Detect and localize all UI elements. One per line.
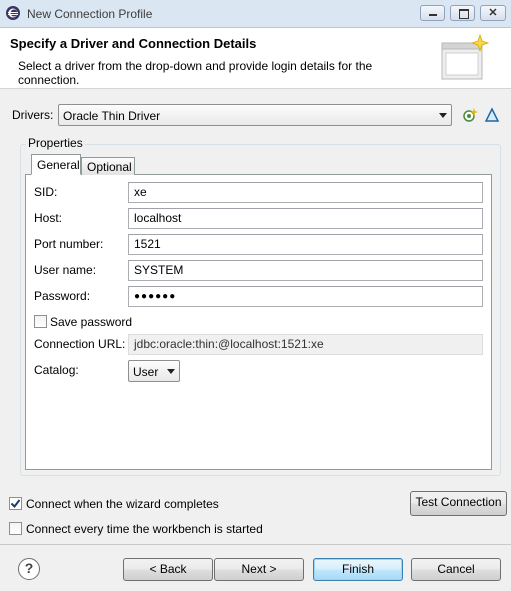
tab-general-label: General (37, 158, 80, 172)
help-icon[interactable]: ? (18, 558, 40, 580)
page-description: Select a driver from the drop-down and p… (18, 59, 373, 87)
connection-url-label: Connection URL: (34, 337, 126, 351)
catalog-label: Catalog: (34, 363, 79, 377)
connect-on-complete-label: Connect when the wizard completes (26, 497, 219, 511)
back-button[interactable]: < Back (123, 558, 213, 581)
tab-general[interactable]: General (31, 154, 81, 175)
page-title: Specify a Driver and Connection Details (10, 36, 257, 51)
minimize-button[interactable] (420, 5, 445, 21)
save-password-label: Save password (50, 315, 133, 329)
minimize-icon (429, 14, 437, 16)
cancel-button[interactable]: Cancel (411, 558, 501, 581)
connect-on-start-checkbox[interactable] (9, 522, 22, 535)
test-connection-button[interactable]: Test Connection (410, 491, 507, 516)
password-field[interactable]: ●●●●●● (128, 286, 483, 307)
port-field[interactable]: 1521 (128, 234, 483, 255)
connection-url-field[interactable]: jdbc:oracle:thin:@localhost:1521:xe (128, 334, 483, 355)
connect-on-complete-checkbox[interactable] (9, 497, 22, 510)
host-label: Host: (34, 211, 63, 225)
edit-driver-icon[interactable] (484, 107, 500, 123)
chevron-down-icon (167, 369, 175, 374)
next-button[interactable]: Next > (214, 558, 304, 581)
window-title: New Connection Profile (27, 7, 153, 21)
footer-separator (0, 544, 511, 545)
close-window-button[interactable]: ✕ (480, 5, 506, 21)
chevron-down-icon (439, 113, 447, 118)
port-label: Port number: (34, 237, 104, 251)
connect-on-start-label: Connect every time the workbench is star… (26, 522, 263, 536)
close-icon: ✕ (488, 7, 498, 19)
host-field[interactable]: localhost (128, 208, 483, 229)
catalog-selected-value: User (133, 365, 159, 379)
drivers-label: Drivers: (12, 108, 54, 122)
eclipse-app-icon (6, 6, 20, 20)
drivers-select[interactable]: Oracle Thin Driver (58, 104, 452, 126)
tab-optional-label: Optional (87, 160, 132, 174)
properties-group-label: Properties (26, 136, 85, 150)
finish-button[interactable]: Finish (313, 558, 403, 581)
checkmark-icon (10, 499, 21, 509)
sid-label: SID: (34, 185, 58, 199)
catalog-select[interactable]: User (128, 360, 180, 382)
sid-field[interactable]: xe (128, 182, 483, 203)
maximize-button[interactable] (450, 5, 475, 21)
save-password-checkbox[interactable] (34, 315, 47, 328)
username-field[interactable]: SYSTEM (128, 260, 483, 281)
wizard-banner-icon (441, 33, 490, 80)
tab-optional[interactable]: Optional (81, 157, 135, 175)
username-label: User name: (34, 263, 97, 277)
drivers-selected-value: Oracle Thin Driver (63, 109, 161, 123)
new-driver-icon[interactable] (462, 107, 478, 123)
maximize-icon (459, 9, 469, 19)
password-label: Password: (34, 289, 91, 303)
